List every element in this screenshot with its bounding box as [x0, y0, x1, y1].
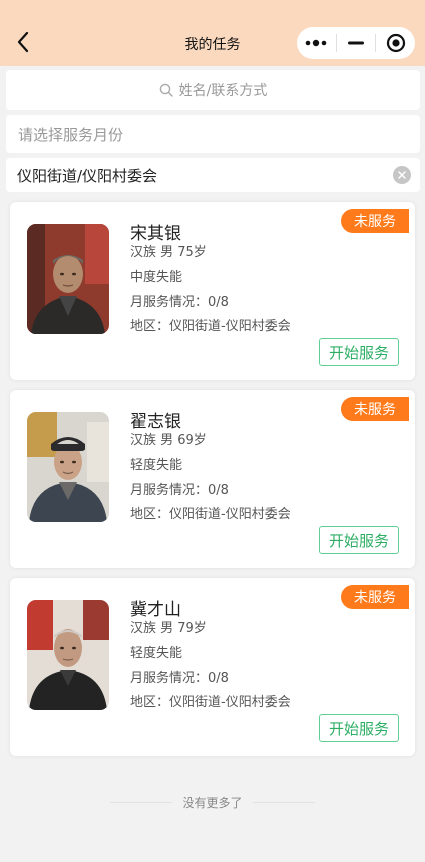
elder-photo: [27, 600, 109, 710]
elder-photo: [27, 412, 109, 522]
elder-card[interactable]: 宋其银 汉族 男 75岁 中度失能 月服务情况：0/8 地区：仪阳街道-仪阳村委…: [10, 202, 415, 380]
elder-region: 地区：仪阳街道-仪阳村委会: [130, 695, 291, 710]
divider-line: [252, 801, 315, 803]
elder-region: 地区：仪阳街道-仪阳村委会: [130, 507, 291, 522]
minimize-button[interactable]: [337, 27, 376, 59]
elder-monthly-service: 月服务情况：0/8: [130, 671, 229, 686]
search-placeholder: 姓名/联系方式: [178, 83, 268, 99]
clear-region-button[interactable]: [393, 166, 411, 184]
elder-monthly-service: 月服务情况：0/8: [130, 483, 229, 498]
more-button[interactable]: [297, 27, 336, 59]
search-icon: [159, 83, 173, 97]
close-button[interactable]: [376, 27, 415, 59]
search-input[interactable]: 姓名/联系方式: [6, 70, 420, 110]
no-more-text: 没有更多了: [182, 795, 243, 810]
elder-demographics: 汉族 男 75岁: [130, 245, 207, 260]
minimize-icon: [347, 41, 364, 45]
elder-monthly-service: 月服务情况：0/8: [130, 295, 229, 310]
elder-photo: [27, 224, 109, 334]
target-circle-icon: [386, 33, 405, 53]
divider-line: [110, 801, 173, 803]
start-service-button[interactable]: 开始服务: [319, 714, 399, 742]
mini-program-capsule: [297, 27, 415, 59]
elder-card[interactable]: 冀才山 汉族 男 79岁 轻度失能 月服务情况：0/8 地区：仪阳街道-仪阳村委…: [10, 578, 415, 756]
clear-icon: [398, 171, 406, 179]
service-month-picker[interactable]: 请选择服务月份: [6, 115, 420, 153]
service-month-placeholder: 请选择服务月份: [18, 125, 124, 144]
status-badge: 未服务: [341, 209, 409, 233]
elder-disability-level: 轻度失能: [130, 646, 183, 661]
elder-card[interactable]: 翟志银 汉族 男 69岁 轻度失能 月服务情况：0/8 地区：仪阳街道-仪阳村委…: [10, 390, 415, 568]
elder-demographics: 汉族 男 69岁: [130, 433, 207, 448]
more-dots-icon: [306, 39, 327, 47]
elder-disability-level: 轻度失能: [130, 458, 183, 473]
status-badge: 未服务: [341, 585, 409, 609]
elder-demographics: 汉族 男 79岁: [130, 621, 207, 636]
nav-header: 我的任务: [0, 0, 425, 66]
region-picker[interactable]: 仪阳街道/仪阳村委会: [6, 158, 420, 192]
list-end-indicator: 没有更多了: [0, 792, 425, 812]
status-badge: 未服务: [341, 397, 409, 421]
start-service-button[interactable]: 开始服务: [319, 526, 399, 554]
region-value: 仪阳街道/仪阳村委会: [17, 166, 158, 185]
elder-region: 地区：仪阳街道-仪阳村委会: [130, 319, 291, 334]
elder-disability-level: 中度失能: [130, 270, 183, 285]
start-service-button[interactable]: 开始服务: [319, 338, 399, 366]
